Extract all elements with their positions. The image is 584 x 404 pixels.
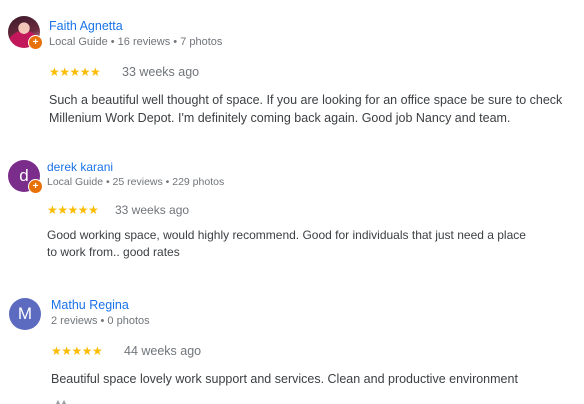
avatar[interactable]: + xyxy=(8,16,43,50)
review-text: Such a beautiful well thought of space. … xyxy=(49,93,563,125)
thumbs-up-icon[interactable]: ▴▴ xyxy=(55,396,69,404)
review-text: Good working space, would highly recomme… xyxy=(47,228,526,259)
review-item: d + derek karani Local Guide • 25 review… xyxy=(0,150,584,280)
avatar[interactable]: d + xyxy=(8,160,43,194)
star-rating: ★★★★★ xyxy=(51,344,103,358)
review-text: Beautiful space lovely work support and … xyxy=(51,372,518,386)
star-rating: ★★★★★ xyxy=(49,65,101,79)
star-rating: ★★★★★ xyxy=(47,203,99,217)
reviewer-meta: 2 reviews • 0 photos xyxy=(51,315,150,327)
review-date: 33 weeks ago xyxy=(122,65,200,79)
local-guide-badge-icon: + xyxy=(28,179,43,194)
reviewer-meta: Local Guide • 16 reviews • 7 photos xyxy=(49,36,223,48)
review-date: 44 weeks ago xyxy=(124,344,202,358)
review-date: 33 weeks ago xyxy=(115,203,190,217)
review-item: + Faith Agnetta Local Guide • 16 reviews… xyxy=(0,0,584,135)
avatar-letter: M xyxy=(9,298,41,330)
avatar[interactable]: M xyxy=(9,298,41,330)
reviewer-name[interactable]: Faith Agnetta xyxy=(49,19,123,33)
review-item: M Mathu Regina 2 reviews • 0 photos ★★★★… xyxy=(0,290,584,404)
reviewer-name[interactable]: derek karani xyxy=(47,160,113,174)
reviews-list: + Faith Agnetta Local Guide • 16 reviews… xyxy=(0,0,584,404)
local-guide-badge-icon: + xyxy=(28,35,43,50)
reviewer-meta: Local Guide • 25 reviews • 229 photos xyxy=(47,176,225,188)
reviewer-name[interactable]: Mathu Regina xyxy=(51,298,129,312)
